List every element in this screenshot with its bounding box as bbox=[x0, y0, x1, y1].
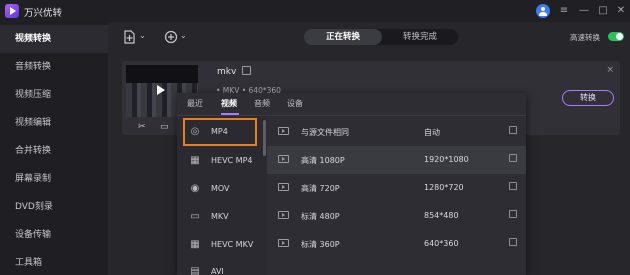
format-label: AVI bbox=[211, 267, 224, 275]
crop-icon[interactable]: ▭ bbox=[160, 122, 169, 132]
convert-status-tabs: 正在转换 转换完成 bbox=[304, 29, 458, 45]
format-label: HEVC MKV bbox=[211, 240, 254, 249]
video-icon bbox=[278, 211, 289, 219]
video-icon bbox=[278, 183, 289, 191]
resolution-list: 与源文件相同 自动 高清 1080P 1920*1080 高清 720P 128… bbox=[267, 116, 526, 275]
resolution-name: 标清 480P bbox=[301, 212, 340, 221]
resolution-value: 自动 bbox=[424, 128, 440, 137]
mp4-icon: ◎ bbox=[190, 126, 200, 137]
resolution-value: 1920*1080 bbox=[424, 155, 469, 164]
video-icon bbox=[278, 239, 289, 247]
format-item-mov[interactable]: ◉ MOV bbox=[177, 175, 263, 203]
title-bar: 万兴优转 ≡ — □ ✕ bbox=[0, 0, 630, 22]
format-label: MKV bbox=[211, 212, 229, 221]
format-item-mp4[interactable]: ◎ MP4 bbox=[183, 118, 257, 146]
fast-convert-label: 高速转换 bbox=[570, 33, 600, 42]
edit-icon[interactable] bbox=[509, 210, 517, 218]
resolution-row[interactable]: 高清 1080P 1920*1080 bbox=[267, 146, 526, 174]
convert-button[interactable]: 转换 bbox=[562, 90, 614, 106]
close-icon[interactable]: × bbox=[606, 65, 614, 75]
sidebar-item-video-convert[interactable]: 视频转换 bbox=[0, 25, 108, 53]
format-item-hevc-mp4[interactable]: ▦ HEVC MP4 bbox=[177, 147, 263, 175]
mkv-icon: ▭ bbox=[190, 211, 200, 222]
sidebar-item-merge[interactable]: 合并转换 bbox=[0, 137, 108, 165]
sidebar-item-video-compress[interactable]: 视频压缩 bbox=[0, 81, 108, 109]
chevron-down-icon[interactable]: ⌄ bbox=[139, 31, 146, 40]
edit-icon[interactable] bbox=[509, 154, 517, 162]
tab-converted[interactable]: 转换完成 bbox=[382, 29, 458, 45]
format-item-mkv[interactable]: ▭ MKV bbox=[177, 203, 263, 231]
play-icon[interactable] bbox=[157, 85, 165, 95]
resolution-value: 640*360 bbox=[424, 239, 459, 248]
resolution-name: 高清 720P bbox=[301, 184, 340, 193]
resolution-row[interactable]: 标清 360P 640*360 bbox=[267, 230, 526, 258]
resolution-name: 标清 360P bbox=[301, 240, 340, 249]
sidebar-item-audio-convert[interactable]: 音频转换 bbox=[0, 53, 108, 81]
sidebar-item-screen-record[interactable]: 屏幕录制 bbox=[0, 165, 108, 193]
resolution-name: 高清 1080P bbox=[301, 156, 345, 165]
format-label: MP4 bbox=[211, 127, 228, 136]
app-title: 万兴优转 bbox=[24, 8, 63, 19]
sidebar-item-toolbox[interactable]: 工具箱 bbox=[0, 249, 108, 275]
format-scrollbar-thumb[interactable] bbox=[263, 120, 266, 156]
tab-recent[interactable]: 最近 bbox=[187, 98, 203, 109]
sidebar: 视频转换 音频转换 视频压缩 视频编辑 合并转换 屏幕录制 DVD刻录 设备传输… bbox=[0, 22, 108, 275]
close-window-button[interactable]: ✕ bbox=[614, 3, 628, 19]
edit-icon[interactable] bbox=[509, 182, 517, 190]
maximize-button[interactable]: □ bbox=[596, 3, 610, 19]
add-file-icon[interactable] bbox=[123, 30, 137, 47]
fast-convert-toggle[interactable] bbox=[608, 32, 624, 41]
format-list: ◎ MP4 ▦ HEVC MP4 ◉ MOV ▭ MKV ▦ HEVC MKV … bbox=[177, 116, 263, 275]
hevc-mkv-icon: ▦ bbox=[190, 239, 200, 250]
mov-icon: ◉ bbox=[190, 183, 200, 194]
menu-icon[interactable]: ≡ bbox=[557, 3, 571, 19]
format-item-avi[interactable]: ▤ AVI bbox=[177, 258, 263, 275]
chevron-down-icon[interactable]: ⌄ bbox=[180, 31, 187, 40]
cut-icon[interactable]: ✂ bbox=[138, 122, 146, 132]
sidebar-item-device-transfer[interactable]: 设备传输 bbox=[0, 221, 108, 249]
tab-audio[interactable]: 音频 bbox=[254, 98, 270, 109]
resolution-value: 854*480 bbox=[424, 211, 459, 220]
resolution-row[interactable]: 标清 480P 854*480 bbox=[267, 202, 526, 230]
format-label: MOV bbox=[211, 184, 230, 193]
video-icon bbox=[278, 127, 289, 135]
sidebar-item-video-edit[interactable]: 视频编辑 bbox=[0, 109, 108, 137]
resolution-name: 与源文件相同 bbox=[301, 128, 349, 137]
format-item-hevc-mkv[interactable]: ▦ HEVC MKV bbox=[177, 231, 263, 259]
tab-converting[interactable]: 正在转换 bbox=[304, 29, 382, 45]
format-label: HEVC MP4 bbox=[211, 156, 253, 165]
file-name: mkv bbox=[217, 67, 237, 77]
minimize-button[interactable]: — bbox=[577, 3, 591, 19]
hevc-mp4-icon: ▦ bbox=[190, 155, 200, 166]
resolution-row[interactable]: 与源文件相同 自动 bbox=[267, 118, 526, 146]
edit-name-icon[interactable] bbox=[242, 66, 251, 75]
video-icon bbox=[278, 155, 289, 163]
app-logo-icon bbox=[5, 4, 19, 18]
tab-video[interactable]: 视频 bbox=[221, 98, 237, 109]
user-account-icon[interactable] bbox=[536, 4, 550, 18]
edit-icon[interactable] bbox=[509, 126, 517, 134]
resolution-row[interactable]: 高清 720P 1280*720 bbox=[267, 174, 526, 202]
resolution-value: 1280*720 bbox=[424, 183, 464, 192]
avi-icon: ▤ bbox=[190, 266, 200, 275]
add-media-icon[interactable] bbox=[164, 30, 178, 47]
tab-device[interactable]: 设备 bbox=[287, 98, 303, 109]
output-format-dropdown: 最近 视频 音频 设备 ◎ MP4 ▦ HEVC MP4 ◉ MOV ▭ MKV… bbox=[177, 93, 526, 275]
edit-icon[interactable] bbox=[509, 238, 517, 246]
sidebar-item-dvd-burn[interactable]: DVD刻录 bbox=[0, 193, 108, 221]
